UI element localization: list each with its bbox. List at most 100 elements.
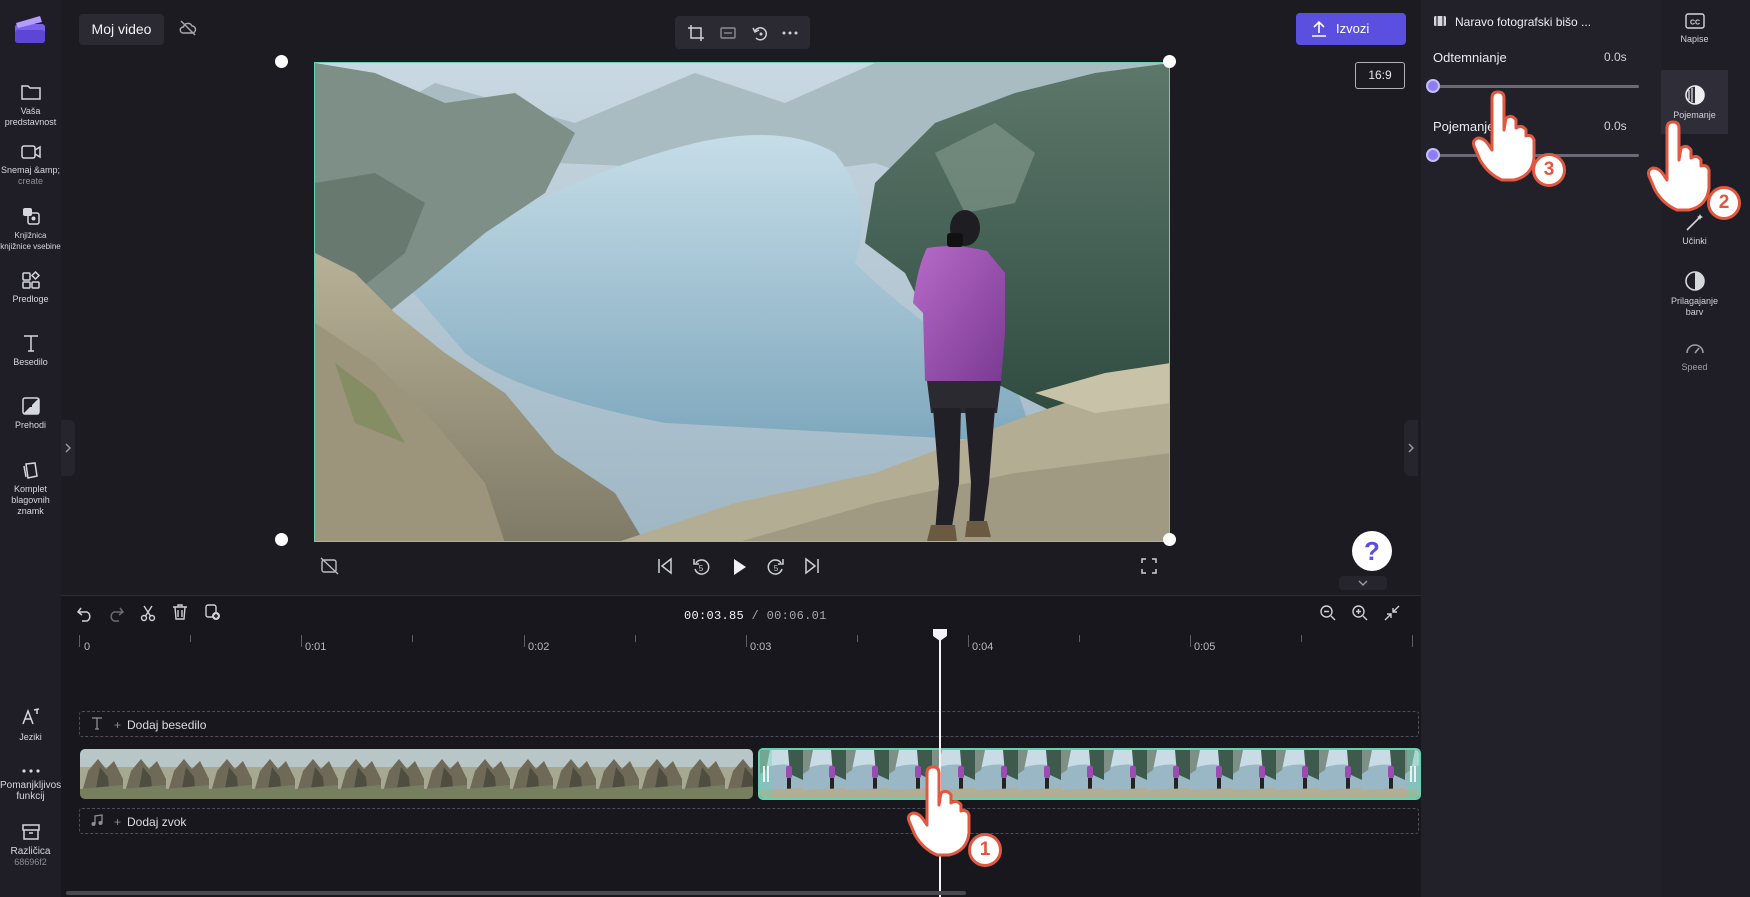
- zoom-in-icon[interactable]: [1351, 604, 1369, 622]
- sidebar-item-templates[interactable]: Predloge: [0, 270, 61, 305]
- transitions-icon: [21, 397, 40, 415]
- sidebar-item-text[interactable]: Besedilo: [0, 333, 61, 368]
- play-icon[interactable]: [729, 557, 749, 577]
- rotate-icon[interactable]: [751, 24, 769, 42]
- sidebar-item-languages[interactable]: Jeziki: [0, 706, 61, 743]
- sidebar-item-transitions[interactable]: Prehodi: [0, 396, 61, 431]
- sidebar-item-label: Knjižnica knjižnice vsebine: [0, 231, 61, 251]
- color-adjust-icon: [1684, 271, 1705, 291]
- fade-out-label: Odtemnianje: [1433, 50, 1507, 65]
- brand-kit-icon: [22, 462, 38, 479]
- forward-5-icon[interactable]: 5: [766, 557, 786, 577]
- video-clip-cliffs[interactable]: [80, 749, 753, 799]
- ruler-tick: [524, 635, 525, 647]
- sidebar-item-content-library[interactable]: Knjižnica knjižnice vsebine: [0, 206, 61, 252]
- tab-speed[interactable]: Speed: [1661, 338, 1728, 378]
- project-name-button[interactable]: Moj video: [79, 14, 164, 45]
- hide-preview-icon[interactable]: [320, 557, 340, 575]
- audio-track[interactable]: [79, 808, 1419, 834]
- collapse-preview-icon[interactable]: [1339, 576, 1387, 590]
- ruler-label: 0:05: [1194, 641, 1216, 653]
- playhead-handle-icon[interactable]: [932, 628, 948, 642]
- tab-color-adjust[interactable]: Prilagajanje barv: [1661, 270, 1728, 320]
- resize-handle-bottom-right[interactable]: [1163, 533, 1176, 546]
- zoom-out-icon[interactable]: [1319, 604, 1337, 622]
- sidebar-item-version[interactable]: Različica 68696f2: [0, 822, 61, 867]
- ruler-tick: [301, 635, 302, 647]
- redo-icon[interactable]: [107, 604, 125, 622]
- fit-icon[interactable]: [719, 24, 737, 42]
- captions-icon: CC: [1684, 13, 1705, 29]
- delete-icon[interactable]: [171, 603, 189, 621]
- tab-captions[interactable]: CC Napise: [1661, 12, 1728, 62]
- ruler-label: 0:03: [750, 641, 772, 653]
- ruler-tick: [1301, 635, 1302, 642]
- resize-handle-top-left[interactable]: [275, 55, 288, 68]
- sidebar-item-sublabel: create: [17, 176, 43, 186]
- ruler-tick: [412, 635, 413, 642]
- add-text-button[interactable]: Dodaj besedilo: [127, 718, 206, 732]
- sidebar-item-label: Komplet blagovnih znamk: [11, 484, 50, 516]
- svg-text:CC: CC: [1689, 20, 1699, 27]
- sidebar-item-label: Predloge: [12, 294, 49, 304]
- rewind-5-icon[interactable]: 5: [691, 557, 711, 577]
- crop-icon[interactable]: [687, 24, 705, 42]
- sidebar-item-brand-kit[interactable]: Komplet blagovnih znamk: [0, 460, 61, 517]
- fit-timeline-icon[interactable]: [1383, 604, 1401, 622]
- export-button[interactable]: Izvozi: [1296, 13, 1406, 45]
- add-prefix: +: [114, 718, 122, 732]
- templates-icon: [21, 270, 40, 289]
- pointer-hand-icon: [1647, 120, 1711, 212]
- fade-in-value: 0.0s: [1604, 119, 1627, 133]
- fade-out-value: 0.0s: [1604, 50, 1627, 64]
- text-icon: [23, 335, 38, 352]
- svg-text:5: 5: [699, 564, 704, 573]
- split-scissors-icon[interactable]: [139, 604, 157, 622]
- sidebar-item-feature-gaps[interactable]: Pomanjkljivosti funkcij: [0, 766, 67, 802]
- fade-out-slider-thumb[interactable]: [1426, 79, 1440, 93]
- aspect-ratio-button[interactable]: 16:9: [1355, 62, 1405, 89]
- film-icon: [1434, 16, 1446, 26]
- cloud-sync-off-icon[interactable]: [178, 18, 198, 38]
- timeline-scrollbar[interactable]: [66, 891, 966, 895]
- version-hash: 68696f2: [14, 857, 47, 867]
- upload-icon: [1312, 20, 1326, 37]
- ruler-tick: [1412, 635, 1413, 647]
- current-time: 00:03.85: [684, 609, 745, 623]
- ruler-tick: [746, 635, 747, 647]
- svg-text:5: 5: [774, 564, 779, 573]
- fade-out-slider-track[interactable]: [1433, 85, 1639, 88]
- library-icon: [22, 208, 40, 225]
- pointer-hand-icon: [907, 765, 971, 857]
- callout-badge-1: 1: [968, 833, 1002, 867]
- clipchamp-logo-icon: [14, 14, 46, 44]
- properties-panel: Naravo fotografski bišo ... Odtemnianje …: [1421, 0, 1661, 897]
- video-preview[interactable]: [314, 62, 1170, 542]
- skip-to-start-icon[interactable]: [656, 557, 674, 575]
- sidebar-item-media[interactable]: Vaša predstavnost: [0, 82, 61, 128]
- add-audio-button[interactable]: Dodaj zvok: [127, 815, 186, 829]
- tab-label: Napise: [1680, 34, 1709, 44]
- duplicate-icon[interactable]: [203, 603, 221, 621]
- fade-in-slider-thumb[interactable]: [1426, 148, 1440, 162]
- clip-thumbnails: [80, 749, 753, 799]
- sidebar-item-label: Pomanjkljivosti funkcij: [0, 780, 67, 802]
- undo-icon[interactable]: [76, 604, 94, 622]
- resize-handle-top-right[interactable]: [1163, 55, 1176, 68]
- video-clip-hiker-selected[interactable]: [758, 748, 1421, 800]
- timecode: 00:03.85 / 00:06.01: [684, 609, 827, 623]
- text-track[interactable]: [79, 711, 1419, 737]
- more-options-icon[interactable]: [781, 24, 799, 42]
- chevron-right-icon: [65, 443, 71, 453]
- left-sidebar: Vaša predstavnost Snemaj &amp; create Kn…: [0, 0, 67, 897]
- ruler-tick: [968, 635, 969, 647]
- help-button[interactable]: ?: [1352, 531, 1392, 571]
- fullscreen-icon[interactable]: [1140, 557, 1158, 575]
- expand-right-panel-button[interactable]: [1404, 420, 1418, 476]
- ruler-tick: [79, 635, 80, 647]
- time-separator: /: [751, 609, 760, 623]
- skip-to-end-icon[interactable]: [803, 557, 821, 575]
- resize-handle-bottom-left[interactable]: [275, 533, 288, 546]
- expand-left-panel-button[interactable]: [61, 420, 75, 476]
- sidebar-item-record[interactable]: Snemaj &amp; create: [0, 143, 61, 186]
